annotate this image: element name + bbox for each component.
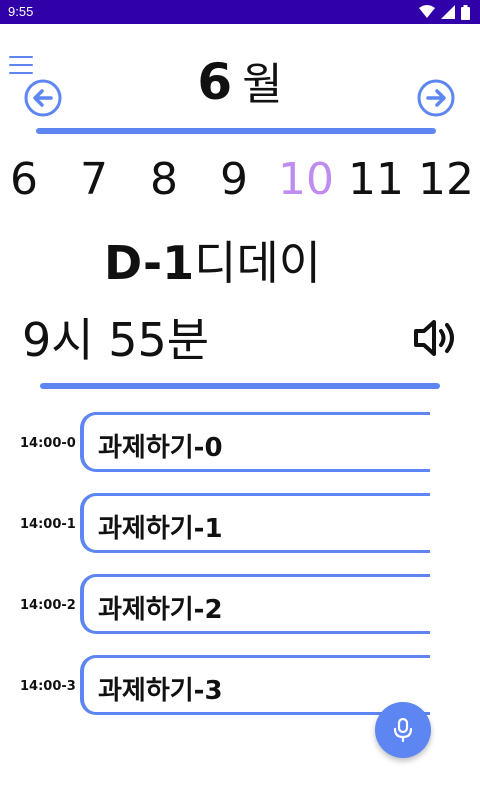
next-month-button[interactable] [416, 78, 456, 118]
month-item-8[interactable]: 8 [150, 150, 178, 210]
month-item-11[interactable]: 11 [348, 150, 404, 210]
status-time: 9:55 [8, 4, 34, 19]
task-card[interactable]: 과제하기-0 [80, 412, 430, 472]
menu-button[interactable] [9, 54, 35, 76]
month-strip[interactable]: 6 7 8 9 10 11 12 [0, 150, 480, 214]
clock-display: 9시 55분 [22, 313, 210, 367]
month-item-7[interactable]: 7 [80, 150, 108, 210]
arrow-left-circle-icon [24, 79, 62, 117]
month-item-6[interactable]: 6 [10, 150, 38, 210]
dday-display: D-1디데이 [104, 228, 321, 298]
task-time: 14:00-0 [20, 436, 76, 451]
task-time: 14:00-1 [20, 517, 76, 532]
status-bar: 9:55 [0, 0, 480, 24]
header-divider [36, 128, 436, 134]
task-title: 과제하기-2 [98, 595, 223, 625]
month-title: 6월 [140, 48, 340, 112]
menu-icon [9, 56, 33, 58]
task-card[interactable]: 과제하기-2 [80, 574, 430, 634]
task-time: 14:00-2 [20, 598, 76, 613]
list-item: 14:00-2 과제하기-2 [0, 574, 480, 638]
month-number: 6 [197, 53, 233, 111]
task-card[interactable]: 과제하기-3 [80, 655, 430, 715]
signal-icon [441, 5, 455, 19]
month-item-12[interactable]: 12 [418, 150, 474, 210]
wifi-icon [419, 5, 435, 18]
list-item: 14:00-0 과제하기-0 [0, 412, 480, 476]
prev-month-button[interactable] [23, 78, 63, 118]
month-item-10[interactable]: 10 [278, 150, 334, 210]
task-title: 과제하기-0 [98, 433, 223, 463]
list-item: 14:00-1 과제하기-1 [0, 493, 480, 557]
task-title: 과제하기-1 [98, 514, 223, 544]
month-item-9[interactable]: 9 [220, 150, 248, 210]
arrow-right-circle-icon [417, 79, 455, 117]
dday-label: D-1 [104, 236, 195, 290]
speaker-button[interactable] [412, 316, 462, 360]
voice-input-button[interactable] [375, 702, 431, 758]
task-card[interactable]: 과제하기-1 [80, 493, 430, 553]
menu-icon-line [9, 64, 33, 66]
task-title: 과제하기-3 [98, 676, 223, 706]
dday-suffix: 디데이 [194, 236, 322, 290]
menu-icon-line [9, 72, 33, 74]
task-time: 14:00-3 [20, 679, 76, 694]
clock-divider [40, 383, 440, 389]
speaker-icon [414, 320, 454, 356]
month-unit: 월 [242, 59, 283, 110]
status-icons [419, 4, 470, 20]
microphone-icon [393, 718, 413, 742]
battery-icon [461, 4, 470, 20]
